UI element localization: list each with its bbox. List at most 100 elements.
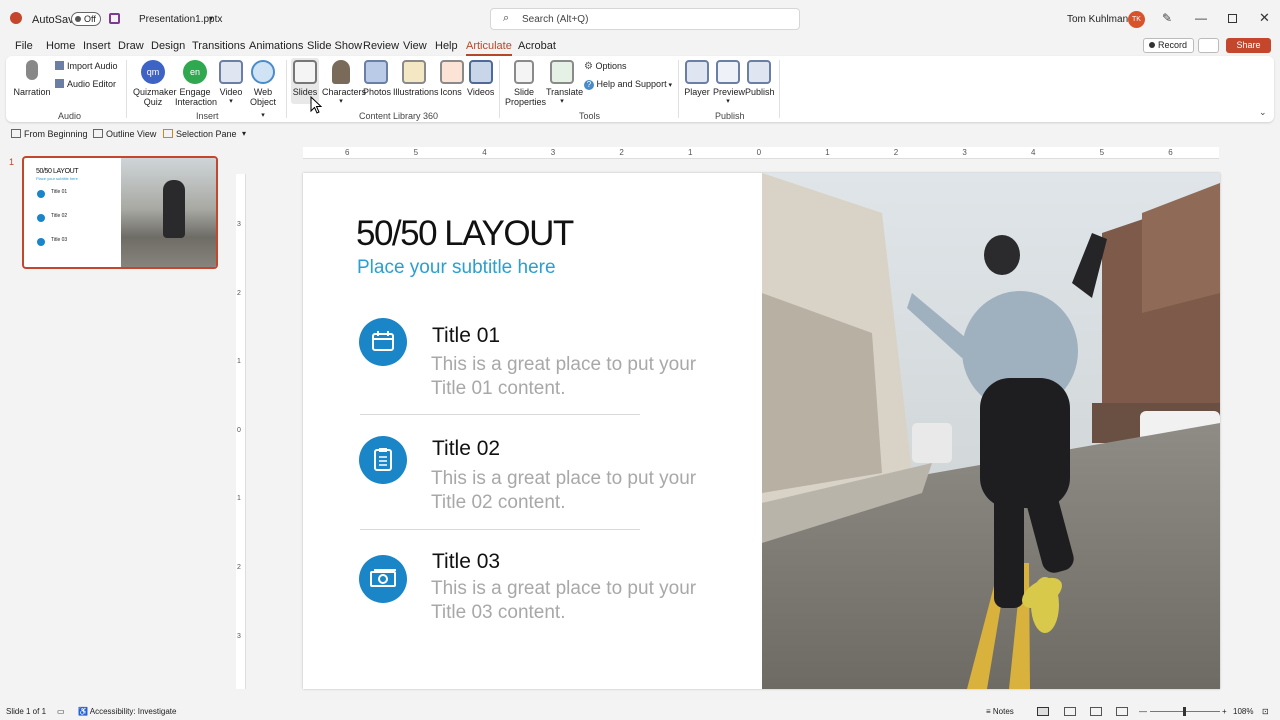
photo-icon	[364, 60, 388, 84]
item-body-line[interactable]: This is a great place to put your	[431, 577, 696, 601]
tab-home[interactable]: Home	[46, 40, 75, 52]
accessibility-label: Accessibility: Investigate	[89, 707, 177, 716]
video-button[interactable]: Video ▾	[218, 60, 244, 107]
zoom-out-icon[interactable]: —	[1139, 707, 1147, 716]
tab-file[interactable]: File	[15, 40, 33, 52]
outline-view-button[interactable]: Outline View	[93, 129, 156, 139]
slide-thumbnail[interactable]: 50/50 LAYOUT Place your subtitle here Ti…	[22, 156, 218, 269]
photos-button[interactable]: Photos	[363, 60, 391, 97]
book-icon[interactable]: ▭	[57, 707, 65, 716]
search-icon: ⌕	[503, 12, 510, 24]
item-body-line[interactable]: This is a great place to put your	[431, 353, 696, 377]
close-icon[interactable]: ✕	[1259, 10, 1270, 26]
slide-properties-button[interactable]: Slide Properties	[505, 60, 546, 107]
options-button[interactable]: ⚙ Options	[584, 61, 627, 72]
user-name[interactable]: Tom Kuhlmann	[1067, 14, 1134, 25]
globe-icon	[251, 60, 275, 84]
narration-button[interactable]: Narration	[13, 60, 51, 97]
search-input[interactable]: Search (Alt+Q)	[522, 14, 588, 25]
audio-editor-button[interactable]: Audio Editor	[55, 79, 116, 89]
ribbon-collapse-chevron-icon[interactable]: ⌄	[1259, 107, 1267, 118]
characters-label: Characters	[322, 87, 367, 97]
tab-acrobat[interactable]: Acrobat	[518, 40, 556, 52]
divider	[678, 60, 679, 118]
tab-insert[interactable]: Insert	[83, 40, 111, 52]
translate-button[interactable]: Translate ▾	[546, 60, 583, 107]
videos-button[interactable]: Videos	[467, 60, 494, 97]
slide-photo[interactable]	[762, 173, 1220, 689]
selection-pane-button[interactable]: Selection Pane	[163, 129, 237, 139]
ruler-label: 3	[237, 221, 241, 228]
vertical-ruler: 3 2 1 0 1 2 3	[236, 174, 246, 689]
item-body-line[interactable]: Title 02 content.	[431, 491, 565, 515]
player-icon	[685, 60, 709, 84]
tab-design[interactable]: Design	[151, 40, 185, 52]
item-title[interactable]: Title 02	[432, 437, 500, 461]
ruler-label: 4	[482, 148, 487, 157]
icons-button[interactable]: Icons	[440, 60, 464, 97]
item-body-line[interactable]: This is a great place to put your	[431, 467, 696, 491]
reading-view-icon[interactable]	[1090, 707, 1102, 716]
videos-label: Videos	[467, 87, 495, 97]
status-bar	[0, 702, 1280, 720]
from-beginning-button[interactable]: From Beginning	[11, 129, 88, 139]
accessibility-status[interactable]: ♿ Accessibility: Investigate	[78, 707, 176, 716]
notes-button[interactable]: ≡ Notes	[986, 707, 1014, 716]
item-title[interactable]: Title 01	[432, 324, 500, 348]
zoom-slider[interactable]	[1150, 707, 1220, 716]
publish-button[interactable]: Publish	[745, 60, 775, 97]
preview-button[interactable]: Preview ▾	[713, 60, 745, 107]
minimize-icon[interactable]: —	[1195, 11, 1207, 25]
video-icon	[219, 60, 243, 84]
search-box[interactable]: ⌕ Search (Alt+Q)	[490, 8, 800, 30]
pen-icon[interactable]: ✎	[1162, 11, 1172, 25]
ruler-label: 4	[1031, 148, 1036, 157]
comments-icon[interactable]	[1198, 38, 1219, 53]
tab-transitions[interactable]: Transitions	[192, 40, 245, 52]
hand-icon	[440, 60, 464, 84]
quizmaker-quiz-button[interactable]: qm Quizmaker Quiz	[133, 60, 177, 107]
preview-icon	[716, 60, 740, 84]
fit-slide-icon[interactable]: ⊡	[1262, 707, 1269, 716]
maximize-icon[interactable]	[1228, 14, 1237, 23]
thumb-item-title: Title 02	[51, 213, 68, 219]
slideshow-icon[interactable]	[1116, 707, 1128, 716]
tab-view[interactable]: View	[403, 40, 427, 52]
filename-chevron-icon[interactable]: ▾	[209, 14, 213, 23]
avatar[interactable]: TK	[1128, 11, 1145, 28]
horizontal-ruler: 6 5 4 3 2 1 0 1 2 3 4 5 6	[303, 147, 1219, 159]
save-icon[interactable]	[109, 13, 120, 24]
share-button[interactable]: Share	[1226, 38, 1271, 53]
zoom-level[interactable]: 108%	[1233, 707, 1253, 716]
ruler-label: 0	[756, 148, 762, 157]
ruler-label: 6	[345, 148, 350, 157]
tab-help[interactable]: Help	[435, 40, 458, 52]
slide-sorter-icon[interactable]	[1064, 707, 1076, 716]
slide-title[interactable]: 50/50 LAYOUT	[356, 214, 574, 254]
thumb-item-title: Title 01	[51, 189, 68, 195]
record-button[interactable]: Record	[1143, 38, 1194, 53]
zoom-slider-thumb[interactable]	[1183, 707, 1186, 716]
engage-interaction-button[interactable]: en Engage Interaction	[175, 60, 217, 107]
publish-icon	[747, 60, 771, 84]
tab-articulate[interactable]: Articulate	[466, 40, 512, 56]
item-body-line[interactable]: Title 01 content.	[431, 377, 565, 401]
tab-slide-show[interactable]: Slide Show	[307, 40, 362, 52]
tab-animations[interactable]: Animations	[249, 40, 303, 52]
help-support-button[interactable]: ? Help and Support ▾	[584, 79, 672, 91]
web-object-button[interactable]: Web Object ▾	[248, 60, 278, 121]
slide-subtitle[interactable]: Place your subtitle here	[357, 257, 556, 279]
zoom-in-icon[interactable]: +	[1222, 707, 1227, 716]
tab-review[interactable]: Review	[363, 40, 399, 52]
characters-button[interactable]: Characters ▾	[322, 60, 367, 107]
item-title[interactable]: Title 03	[432, 550, 500, 574]
illustrations-button[interactable]: Illustrations	[393, 60, 439, 97]
import-audio-button[interactable]: Import Audio	[55, 61, 118, 71]
slides-icon	[293, 60, 317, 84]
quickbar-chevron-icon[interactable]: ▾	[242, 129, 246, 138]
player-button[interactable]: Player	[684, 60, 710, 97]
tab-draw[interactable]: Draw	[118, 40, 144, 52]
web-object-label-2: Object	[249, 97, 276, 107]
normal-view-icon[interactable]	[1037, 707, 1049, 716]
item-body-line[interactable]: Title 03 content.	[431, 601, 565, 625]
